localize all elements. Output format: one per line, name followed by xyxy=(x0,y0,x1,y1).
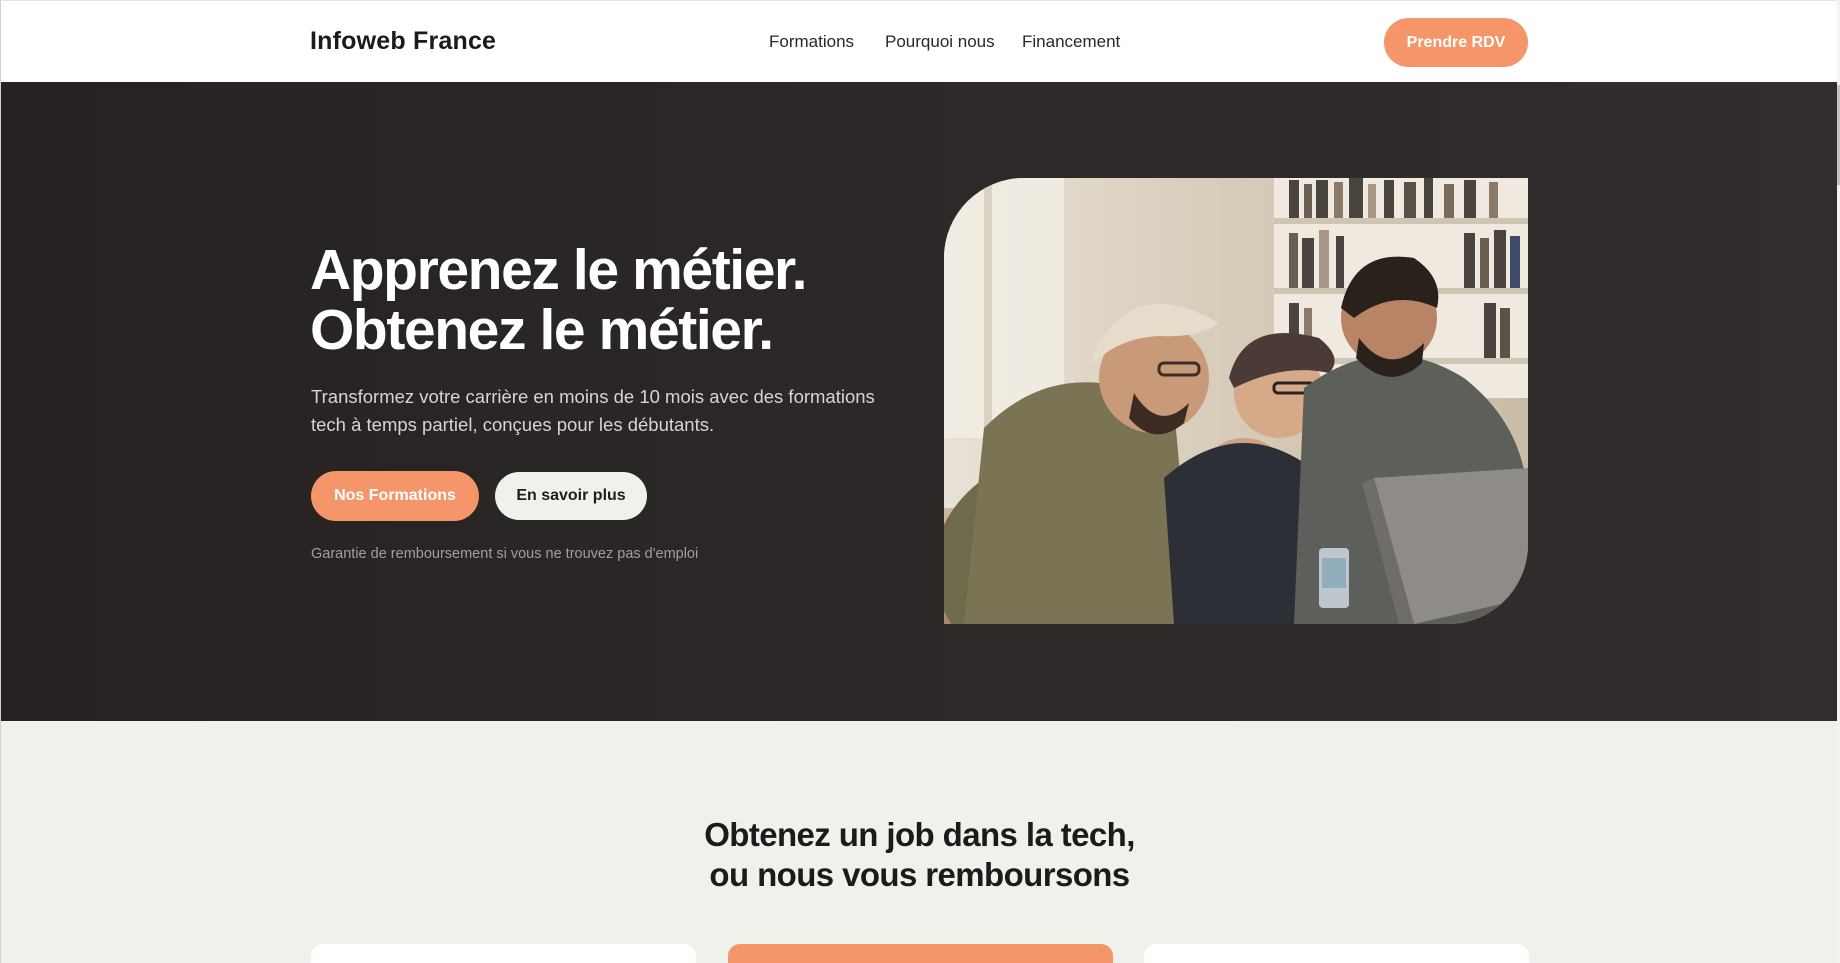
hero-title-line-2: Obtenez le métier. xyxy=(310,298,774,362)
en-savoir-plus-button[interactable]: En savoir plus xyxy=(495,472,647,520)
section-title-line-1: Obtenez un job dans la tech, xyxy=(704,816,1135,853)
hero-photo xyxy=(944,178,1528,624)
site-logo[interactable]: Infoweb France xyxy=(310,27,496,56)
refund-guarantee-note: Garantie de remboursement si vous ne tro… xyxy=(311,546,699,562)
prendre-rdv-button[interactable]: Prendre RDV xyxy=(1384,18,1528,67)
hero-section: Apprenez le métier. Obtenez le métier. T… xyxy=(1,82,1837,721)
nos-formations-button[interactable]: Nos Formations xyxy=(311,471,479,521)
hero-title: Apprenez le métier. Obtenez le métier. xyxy=(310,238,807,362)
nav-link-financement[interactable]: Financement xyxy=(1022,32,1120,52)
section-title: Obtenez un job dans la tech, ou nous vou… xyxy=(1,815,1837,895)
feature-card-2 xyxy=(728,944,1113,963)
site-header: Infoweb France Formations Pourquoi nous … xyxy=(1,1,1837,82)
nav-link-pourquoi-nous[interactable]: Pourquoi nous xyxy=(885,32,995,52)
hero-subtitle: Transformez votre carrière en moins de 1… xyxy=(311,383,911,439)
nav-link-formations[interactable]: Formations xyxy=(769,32,854,52)
hero-title-line-1: Apprenez le métier. xyxy=(310,238,807,302)
students-photo-illustration xyxy=(944,178,1528,624)
hero-subtitle-line-1: Transformez votre carrière en moins de 1… xyxy=(311,386,875,407)
hero-subtitle-line-2: tech à temps partiel, conçues pour les d… xyxy=(311,414,715,435)
section-title-line-2: ou nous vous remboursons xyxy=(709,856,1130,893)
feature-card-1 xyxy=(311,944,696,963)
guarantee-section: Obtenez un job dans la tech, ou nous vou… xyxy=(1,721,1837,963)
page: Infoweb France Formations Pourquoi nous … xyxy=(0,0,1837,963)
feature-card-3 xyxy=(1144,944,1529,963)
